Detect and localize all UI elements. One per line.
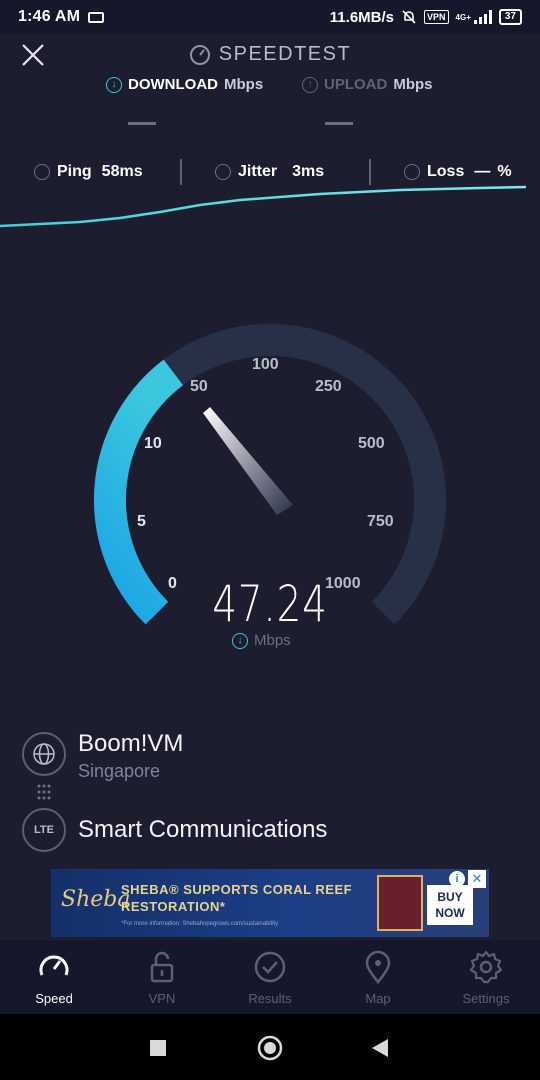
ping-stat: Ping 58ms bbox=[34, 163, 143, 181]
status-time: 1:46 AM bbox=[18, 8, 81, 25]
isp-name: Smart Communications bbox=[78, 816, 328, 843]
map-pin-icon bbox=[365, 950, 391, 984]
jitter-stat: Jitter 3ms bbox=[215, 163, 324, 181]
product-image bbox=[377, 875, 423, 931]
connection-dots-icon bbox=[37, 784, 51, 800]
upload-label: UPLOAD bbox=[324, 76, 388, 93]
loss-icon bbox=[404, 164, 420, 180]
title-text: SPEEDTEST bbox=[218, 43, 352, 65]
jitter-label: Jitter bbox=[238, 163, 278, 180]
rate-tabs: ↓ DOWNLOAD Mbps ↑ UPLOAD Mbps bbox=[0, 76, 540, 100]
loss-stat: Loss — % bbox=[404, 163, 512, 181]
download-label: DOWNLOAD bbox=[128, 76, 218, 93]
ad-headline: SHEBA® SUPPORTS CORAL REEF RESTORATION* bbox=[121, 882, 353, 914]
nav-vpn[interactable]: VPN bbox=[108, 940, 216, 1014]
lock-icon bbox=[150, 951, 174, 982]
back-button[interactable] bbox=[371, 1038, 389, 1058]
system-nav-bar bbox=[0, 1014, 540, 1080]
speed-unit: ↓ Mbps bbox=[232, 632, 291, 649]
network-type: 4G+ bbox=[455, 12, 471, 22]
status-bar: 1:46 AM 11.6MB/s VPN 4G+ 37 bbox=[0, 0, 540, 34]
upload-unit: Mbps bbox=[393, 76, 433, 93]
upload-tab[interactable]: ↑ UPLOAD Mbps bbox=[302, 76, 433, 93]
loss-unit: % bbox=[497, 163, 512, 180]
download-icon: ↓ bbox=[106, 76, 122, 93]
lte-badge: LTE bbox=[22, 808, 66, 852]
battery-indicator: 37 bbox=[498, 9, 522, 25]
graph-line bbox=[0, 185, 527, 228]
speed-value: 47.24 bbox=[212, 575, 328, 633]
keyboard-icon bbox=[88, 11, 105, 23]
download-tab[interactable]: ↓ DOWNLOAD Mbps bbox=[106, 76, 263, 93]
ad-close-button[interactable]: ✕ bbox=[468, 870, 486, 888]
nav-label: Results bbox=[248, 990, 292, 1006]
globe-icon bbox=[22, 732, 66, 776]
upload-value-placeholder bbox=[325, 122, 353, 125]
nav-label: Settings bbox=[462, 990, 510, 1006]
ad-info-icon[interactable]: i bbox=[449, 871, 465, 887]
nav-results[interactable]: Results bbox=[216, 940, 324, 1014]
speedometer-icon bbox=[189, 44, 210, 65]
ad-banner[interactable]: Sheba SHEBA® SUPPORTS CORAL REEF RESTORA… bbox=[51, 869, 489, 937]
speed-graph bbox=[0, 185, 527, 228]
bell-off-icon bbox=[402, 10, 416, 24]
download-unit: Mbps bbox=[224, 76, 264, 93]
buy-now-button[interactable]: BUY NOW bbox=[427, 885, 473, 925]
signal-icon bbox=[473, 10, 492, 24]
home-button[interactable] bbox=[257, 1035, 283, 1061]
nav-label: VPN bbox=[148, 990, 176, 1006]
page-title: SPEEDTEST bbox=[0, 43, 540, 66]
nav-speed[interactable]: Speed bbox=[0, 940, 108, 1014]
loss-value: — bbox=[474, 163, 491, 180]
check-circle-icon bbox=[254, 951, 286, 982]
server-name: Boom!VM bbox=[78, 730, 184, 757]
gauge-needle bbox=[203, 407, 293, 515]
ping-icon bbox=[34, 164, 50, 180]
ping-label: Ping bbox=[57, 163, 92, 180]
speedometer-icon bbox=[39, 955, 69, 976]
ping-value: 58ms bbox=[101, 163, 143, 180]
vpn-badge: VPN bbox=[424, 10, 449, 24]
upload-icon: ↑ bbox=[302, 76, 318, 93]
nav-settings[interactable]: Settings bbox=[432, 940, 540, 1014]
server-location: Singapore bbox=[78, 761, 161, 781]
nav-label: Map bbox=[365, 990, 391, 1006]
jitter-value: 3ms bbox=[292, 163, 325, 180]
gear-icon bbox=[469, 950, 503, 983]
bottom-nav: Speed VPN Results Map Settings bbox=[0, 940, 540, 1014]
jitter-icon bbox=[215, 164, 231, 180]
nav-map[interactable]: Map bbox=[324, 940, 432, 1014]
download-icon: ↓ bbox=[232, 632, 248, 649]
ad-fine-print: *For more information: Shebahopegrows.co… bbox=[121, 921, 279, 927]
loss-label: Loss bbox=[427, 163, 465, 180]
download-value-placeholder bbox=[128, 122, 156, 125]
recent-apps-button[interactable] bbox=[149, 1039, 167, 1057]
network-speed: 11.6MB/s bbox=[329, 8, 395, 26]
nav-label: Speed bbox=[35, 990, 73, 1006]
speed-unit-label: Mbps bbox=[254, 632, 291, 649]
header: SPEEDTEST bbox=[0, 34, 540, 78]
